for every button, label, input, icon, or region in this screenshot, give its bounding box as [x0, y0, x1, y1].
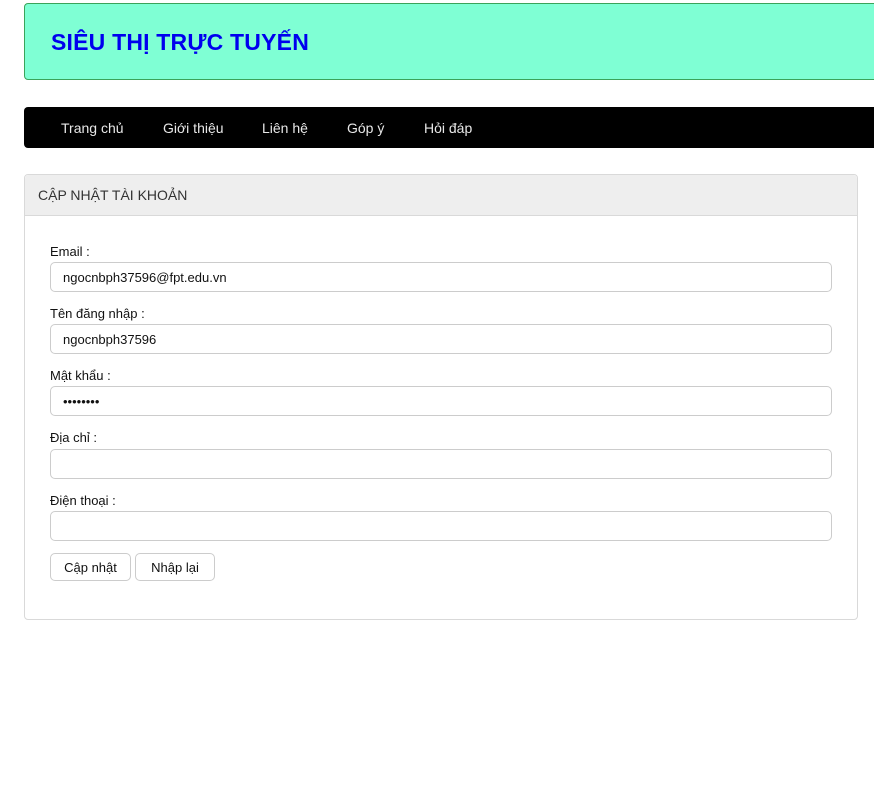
site-header: SIÊU THỊ TRỰC TUYẾN — [24, 3, 874, 80]
email-field[interactable] — [50, 262, 832, 292]
username-field[interactable] — [50, 324, 832, 354]
nav-item-about[interactable]: Giới thiệu — [163, 120, 224, 136]
nav-item-contact[interactable]: Liên hệ — [262, 120, 308, 136]
reset-button[interactable]: Nhập lại — [135, 553, 215, 581]
address-label: Địa chỉ : — [50, 430, 97, 445]
account-update-panel: CẬP NHẬT TÀI KHOẢN Email : Tên đăng nhập… — [24, 174, 858, 620]
email-label: Email : — [50, 244, 90, 259]
username-label: Tên đăng nhập : — [50, 306, 145, 321]
nav-item-home[interactable]: Trang chủ — [61, 120, 124, 136]
update-button[interactable]: Cập nhật — [50, 553, 131, 581]
site-title: SIÊU THỊ TRỰC TUYẾN — [51, 29, 310, 55]
password-field[interactable] — [50, 386, 832, 416]
nav-item-feedback[interactable]: Góp ý — [347, 120, 384, 136]
phone-label: Điện thoại : — [50, 493, 116, 508]
nav-item-faq[interactable]: Hỏi đáp — [424, 120, 472, 136]
phone-field[interactable] — [50, 511, 832, 541]
password-label: Mật khẩu : — [50, 368, 111, 383]
main-navbar: Trang chủ Giới thiệu Liên hệ Góp ý Hỏi đ… — [24, 107, 874, 148]
address-field[interactable] — [50, 449, 832, 479]
panel-heading: CẬP NHẬT TÀI KHOẢN — [25, 175, 857, 216]
